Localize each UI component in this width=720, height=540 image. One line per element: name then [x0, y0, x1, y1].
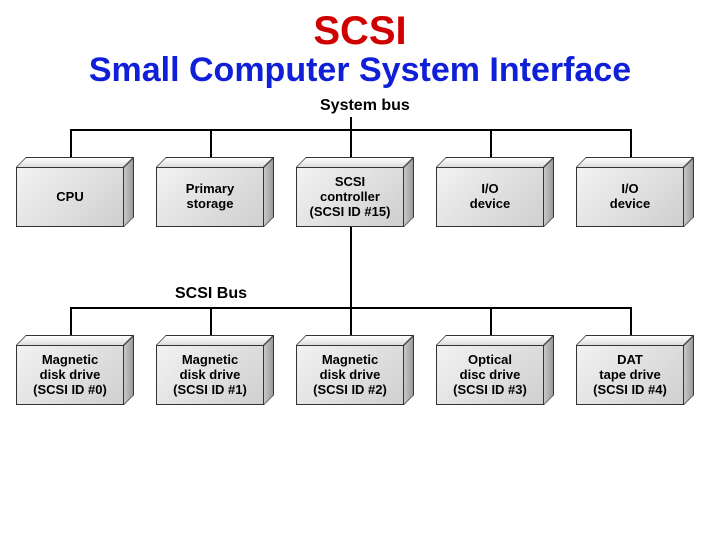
- box-label: Primary storage: [186, 182, 234, 212]
- scsi-bus-drop: [210, 307, 212, 335]
- box-label: I/O device: [470, 182, 510, 212]
- box-label: SCSI controller (SCSI ID #15): [310, 175, 391, 220]
- system-bus-stub: [350, 117, 352, 129]
- controller-to-scsi-bus: [350, 227, 352, 307]
- box-mag-disk-2: Magnetic disk drive (SCSI ID #2): [296, 335, 414, 405]
- box-mag-disk-0: Magnetic disk drive (SCSI ID #0): [16, 335, 134, 405]
- system-bus-drop: [490, 129, 492, 157]
- box-io-device-1: I/O device: [436, 157, 554, 227]
- scsi-bus-drop: [630, 307, 632, 335]
- system-bus-drop: [70, 129, 72, 157]
- box-label: DAT tape drive (SCSI ID #4): [593, 353, 667, 398]
- system-bus-drop: [350, 129, 352, 157]
- scsi-bus-drop: [490, 307, 492, 335]
- box-mag-disk-1: Magnetic disk drive (SCSI ID #1): [156, 335, 274, 405]
- box-optical-disc: Optical disc drive (SCSI ID #3): [436, 335, 554, 405]
- scsi-bus-label: SCSI Bus: [175, 285, 247, 303]
- system-bus-label: System bus: [320, 97, 410, 115]
- box-label: Magnetic disk drive (SCSI ID #0): [33, 353, 107, 398]
- box-label: Magnetic disk drive (SCSI ID #1): [173, 353, 247, 398]
- system-bus-drop: [210, 129, 212, 157]
- title-acronym: SCSI: [0, 10, 720, 52]
- diagram: System bus CPU Primary storage SCSI cont…: [0, 97, 720, 517]
- box-scsi-controller: SCSI controller (SCSI ID #15): [296, 157, 414, 227]
- box-dat-tape: DAT tape drive (SCSI ID #4): [576, 335, 694, 405]
- box-label: I/O device: [610, 182, 650, 212]
- title-full: Small Computer System Interface: [0, 52, 720, 89]
- scsi-bus-drop: [350, 307, 352, 335]
- box-primary-storage: Primary storage: [156, 157, 274, 227]
- scsi-bus-drop: [70, 307, 72, 335]
- title-block: SCSI Small Computer System Interface: [0, 0, 720, 89]
- box-label: Magnetic disk drive (SCSI ID #2): [313, 353, 387, 398]
- box-label: CPU: [56, 190, 83, 205]
- box-io-device-2: I/O device: [576, 157, 694, 227]
- system-bus-drop: [630, 129, 632, 157]
- box-cpu: CPU: [16, 157, 134, 227]
- box-label: Optical disc drive (SCSI ID #3): [453, 353, 527, 398]
